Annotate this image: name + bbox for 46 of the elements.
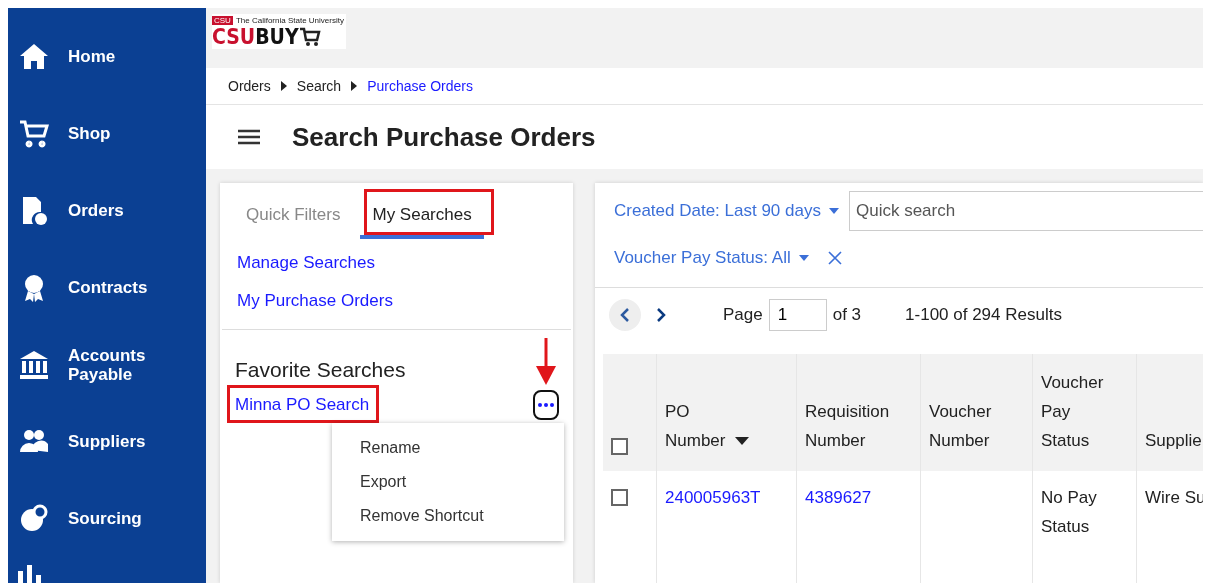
column-header[interactable]: Requisition Number [797, 354, 921, 471]
chevron-left-icon [620, 308, 630, 322]
menu-icon[interactable] [238, 129, 260, 145]
favorite-search-link[interactable]: Minna PO Search [235, 395, 370, 414]
filter-link[interactable]: Manage Searches [237, 253, 571, 273]
column-header[interactable]: Voucher Pay Status [1033, 354, 1137, 471]
bar-chart-icon [18, 565, 41, 583]
previous-page-button[interactable] [609, 299, 641, 331]
filter-dropdown[interactable]: Voucher Pay Status: All [614, 248, 843, 268]
caret-icon [828, 208, 839, 214]
cart-icon [298, 27, 321, 47]
page-count: of 3 [832, 305, 862, 325]
logo-tagline: CSU The California State University [212, 16, 344, 25]
search-field[interactable]: Quick search [848, 191, 1203, 231]
menu-item[interactable]: Remove Shortcut [332, 499, 564, 533]
bank-icon [18, 348, 50, 381]
column-header[interactable]: PO Number [657, 354, 797, 471]
table-link[interactable]: 240005963T [665, 488, 761, 507]
caret-icon [351, 81, 358, 91]
menu-item[interactable]: Rename [332, 431, 564, 465]
caret-icon [280, 81, 287, 91]
page-label: Page [723, 305, 763, 325]
table-link[interactable]: 4389627 [805, 488, 872, 507]
filter-link[interactable]: My Purchase Orders [237, 291, 571, 311]
caret-icon [798, 255, 809, 261]
page-number-field[interactable]: 1 [768, 299, 827, 331]
close-icon[interactable] [826, 250, 843, 266]
filter-dropdown[interactable]: Created Date: Last 90 days [614, 201, 839, 221]
column-header[interactable]: Supplie [1137, 354, 1203, 471]
row-checkbox[interactable] [611, 489, 628, 506]
section-heading: Favorite Searches [234, 357, 407, 383]
select-all-checkbox[interactable] [611, 438, 628, 455]
breadcrumb-link[interactable]: Purchase Orders [367, 78, 473, 94]
menu-item[interactable]: Export [332, 465, 564, 499]
table-cell-text: No Pay Status [1041, 487, 1098, 538]
breadcrumb-link[interactable]: Orders [228, 78, 271, 94]
column-header[interactable]: Voucher Number [921, 354, 1033, 471]
page-title: Search Purchase Orders [292, 121, 596, 153]
tab[interactable]: Quick Filters [234, 197, 353, 239]
results-count: 1-100 of 294 Results [905, 305, 1062, 325]
breadcrumb-link[interactable]: Search [296, 78, 342, 94]
tab[interactable]: My Searches [360, 197, 484, 239]
more-options-button[interactable] [533, 390, 559, 420]
sort-icon [735, 437, 750, 445]
logo-wordmark: CSUBUY [212, 25, 344, 49]
chevron-right-icon [656, 308, 666, 322]
